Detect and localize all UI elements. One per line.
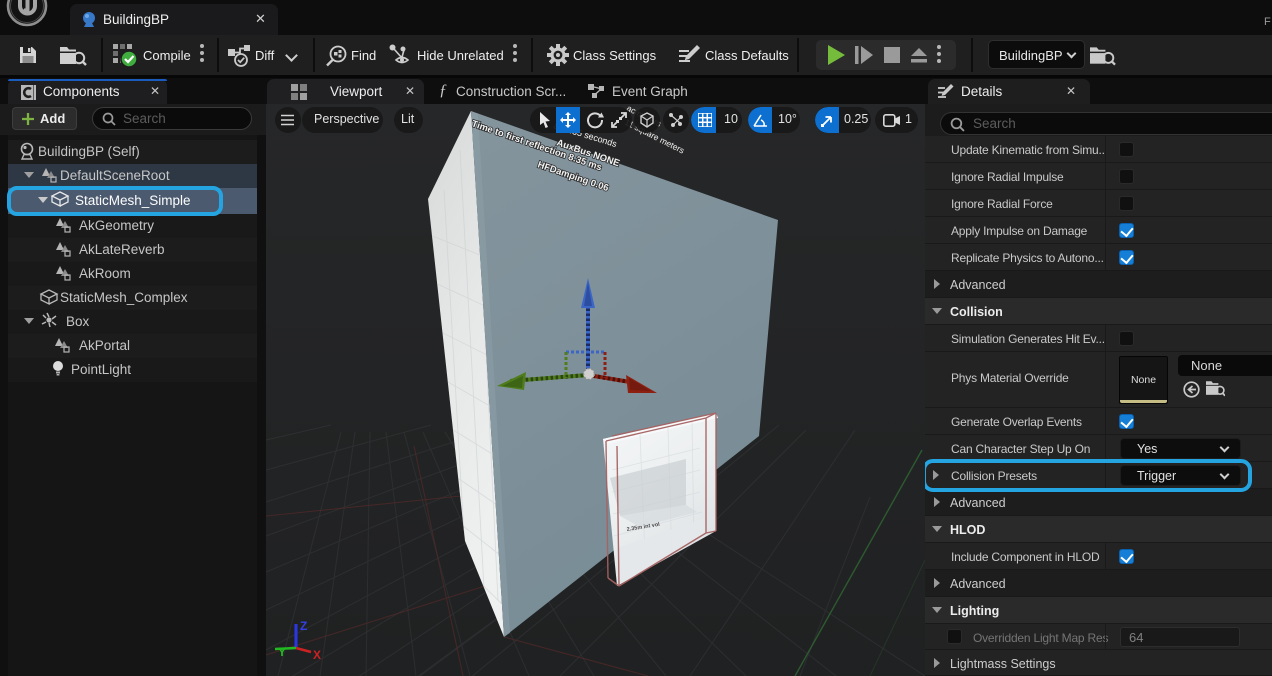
svg-text:Z: Z: [300, 619, 307, 633]
svg-text:X: X: [313, 648, 321, 662]
svg-text:Y: Y: [278, 645, 286, 659]
